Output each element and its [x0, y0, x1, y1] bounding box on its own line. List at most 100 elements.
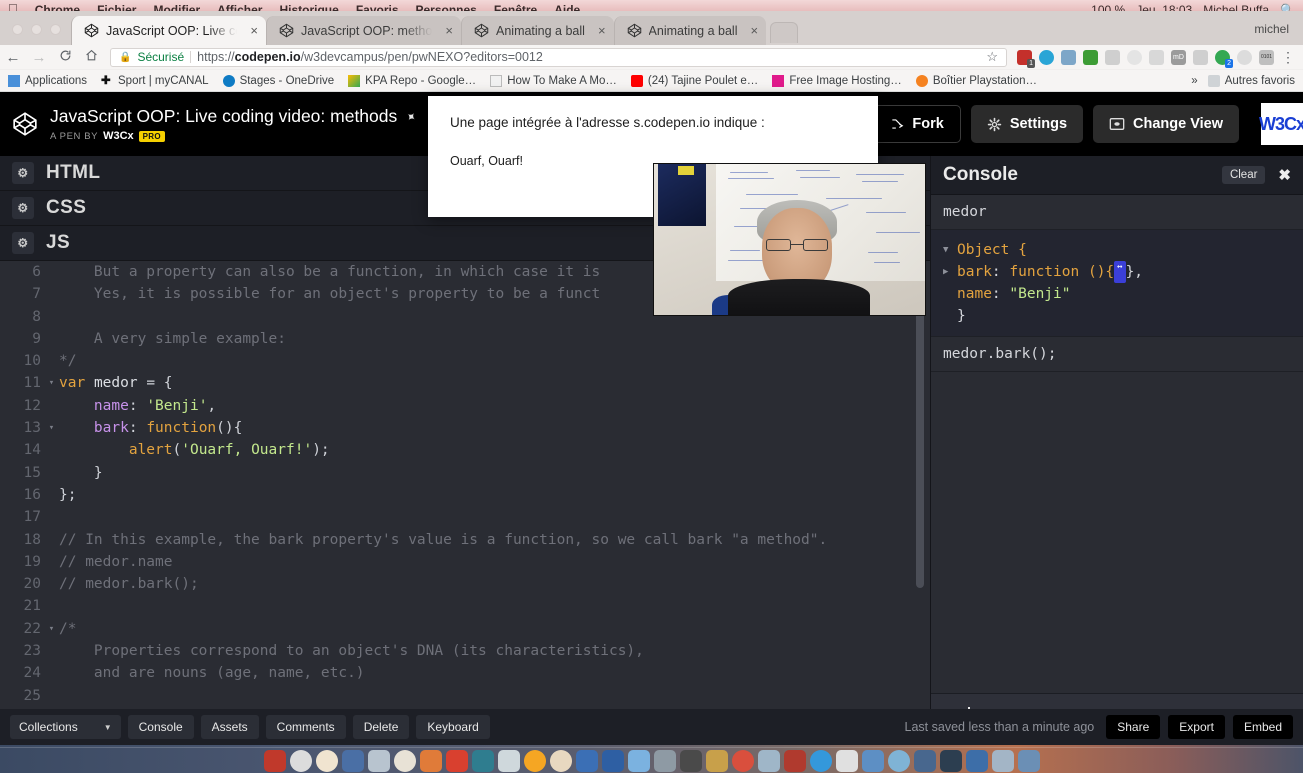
browser-tab-2[interactable]: JavaScript OOP: methods and ×	[266, 16, 461, 45]
extension-markdown-icon[interactable]: mD	[1171, 49, 1186, 65]
export-button[interactable]: Export	[1168, 715, 1225, 739]
bookmark-stages-onedrive[interactable]: Stages - OneDrive	[222, 74, 334, 87]
apple-logo-icon[interactable]: 	[8, 1, 18, 11]
menubar-clock[interactable]: Jeu. 18:03	[1136, 3, 1192, 11]
assets-button[interactable]: Assets	[200, 715, 259, 739]
address-bar[interactable]: 🔒 Sécurisé https://codepen.io/w3devcampu…	[110, 47, 1007, 67]
menu-personnes[interactable]: Personnes	[416, 3, 477, 11]
collections-dropdown[interactable]: Collections ▼	[10, 715, 121, 739]
window-minimize-button[interactable]	[31, 24, 42, 35]
fork-button[interactable]: Fork	[873, 105, 961, 143]
menubar-battery[interactable]: 100 %	[1091, 3, 1125, 11]
bookmarks-overflow-button[interactable]: »	[1191, 75, 1197, 87]
console-close-icon[interactable]: ✖	[1275, 166, 1294, 184]
window-zoom-button[interactable]	[50, 24, 61, 35]
forward-button[interactable]: →	[26, 49, 52, 66]
menu-fenetre[interactable]: Fenêtre	[494, 3, 537, 11]
bookmark-tajine-poulet[interactable]: (24) Tajine Poulet e…	[630, 74, 758, 87]
bookmark-star-icon[interactable]: ☆	[986, 49, 998, 65]
menu-fichier[interactable]: Fichier	[97, 3, 136, 11]
macos-dock[interactable]	[0, 745, 1303, 773]
webcam-video-overlay[interactable]	[653, 163, 926, 316]
console-clear-button[interactable]: Clear	[1221, 166, 1266, 184]
delete-button[interactable]: Delete	[352, 715, 410, 739]
bookmark-sport-mycanal[interactable]: ✚ Sport | myCANAL	[101, 75, 209, 87]
new-tab-button[interactable]	[770, 22, 799, 43]
change-view-button[interactable]: Change View	[1093, 105, 1239, 143]
bookmark-boitier-playstation[interactable]: Boîtier Playstation…	[915, 74, 1037, 87]
dock-icon-11[interactable]	[523, 750, 546, 772]
extension-binary-icon[interactable]: 0101	[1259, 49, 1274, 65]
menubar-search-icon[interactable]: 🔍	[1280, 3, 1295, 11]
bookmark-kpa-repo[interactable]: KPA Repo - Google…	[348, 74, 476, 87]
console-object-prop-bark[interactable]: ▶ bark: function (){↔},	[943, 261, 1291, 283]
gear-icon[interactable]: ⚙	[12, 232, 34, 254]
bookmark-applications[interactable]: Applications	[8, 74, 87, 87]
browser-tab-1[interactable]: JavaScript OOP: Live coding vi ×	[71, 16, 266, 45]
share-button[interactable]: Share	[1106, 715, 1161, 739]
fold-arrow-icon[interactable]: ▾	[46, 372, 57, 394]
dock-icon-2[interactable]	[289, 750, 312, 772]
editor-scrollbar[interactable]	[916, 268, 924, 588]
dock-icon-21[interactable]	[783, 750, 806, 772]
pin-icon[interactable]: ✦	[403, 108, 420, 125]
home-button[interactable]	[78, 49, 104, 66]
extension-box-icon[interactable]	[1127, 49, 1142, 65]
window-close-button[interactable]	[12, 24, 23, 35]
dock-icon-28[interactable]	[965, 750, 988, 772]
comments-button[interactable]: Comments	[265, 715, 346, 739]
gear-icon[interactable]: ⚙	[12, 162, 34, 184]
dock-icon-26[interactable]	[913, 750, 936, 772]
menu-afficher[interactable]: Afficher	[217, 3, 262, 11]
dock-icon-8[interactable]	[445, 750, 468, 772]
dock-icon-6[interactable]	[393, 750, 416, 772]
menu-modifier[interactable]: Modifier	[153, 3, 200, 11]
gear-icon[interactable]: ⚙	[12, 197, 34, 219]
dock-icon-16[interactable]	[653, 750, 676, 772]
dock-icon-25[interactable]	[887, 750, 910, 772]
dock-icon-1[interactable]	[263, 750, 286, 772]
disclosure-triangle-open-icon[interactable]: ▼	[943, 239, 957, 261]
extension-list-icon[interactable]	[1105, 49, 1120, 65]
dock-icon-24[interactable]	[861, 750, 884, 772]
w3cx-logo[interactable]: W3Cx	[1259, 103, 1303, 145]
settings-button[interactable]: Settings	[970, 105, 1084, 143]
console-toggle-button[interactable]: Console	[127, 715, 194, 739]
menu-chrome[interactable]: Chrome	[35, 3, 80, 11]
dock-icon-23[interactable]	[835, 750, 858, 772]
dock-icon-27[interactable]	[939, 750, 962, 772]
tab-close-icon[interactable]: ×	[592, 24, 606, 37]
dock-icon-14[interactable]	[601, 750, 624, 772]
dock-icon-18[interactable]	[705, 750, 728, 772]
dock-icon-7[interactable]	[419, 750, 442, 772]
menu-aide[interactable]: Aide	[554, 3, 580, 11]
dock-icon-22[interactable]	[809, 750, 832, 772]
dock-icon-15[interactable]	[627, 750, 650, 772]
extension-green-icon[interactable]: 2	[1215, 49, 1233, 68]
tab-close-icon[interactable]: ×	[244, 24, 258, 37]
extension-react-icon[interactable]	[1237, 49, 1252, 65]
pen-author[interactable]: W3Cx	[103, 130, 134, 142]
fold-arrow-icon[interactable]: ▾	[46, 417, 57, 439]
codepen-logo-icon[interactable]	[12, 111, 38, 137]
back-button[interactable]: ←	[0, 49, 26, 66]
extension-ublock-icon[interactable]: 1	[1017, 49, 1035, 68]
bookmark-how-to-make[interactable]: How To Make A Mo…	[490, 74, 617, 87]
dock-icon-3[interactable]	[315, 750, 338, 772]
fold-arrow-icon[interactable]: ▾	[46, 618, 57, 640]
extension-cast-icon[interactable]	[1193, 49, 1208, 65]
keyboard-button[interactable]: Keyboard	[416, 715, 490, 739]
menu-favoris[interactable]: Favoris	[356, 3, 399, 11]
dock-icon-9[interactable]	[471, 750, 494, 772]
menu-historique[interactable]: Historique	[279, 3, 338, 11]
dock-icon-4[interactable]	[341, 750, 364, 772]
extension-frog-icon[interactable]	[1083, 49, 1098, 65]
console-object-header[interactable]: ▼ Object {	[943, 239, 1291, 261]
dock-icon-19[interactable]	[731, 750, 754, 772]
extension-screencast-icon[interactable]	[1061, 49, 1076, 65]
dock-icon-29[interactable]	[991, 750, 1014, 772]
chrome-menu-button[interactable]: ⋮	[1281, 49, 1295, 66]
browser-tab-4[interactable]: Animating a ball ×	[613, 16, 767, 45]
tab-close-icon[interactable]: ×	[439, 24, 453, 37]
collapsed-body-icon[interactable]: ↔	[1114, 261, 1126, 283]
